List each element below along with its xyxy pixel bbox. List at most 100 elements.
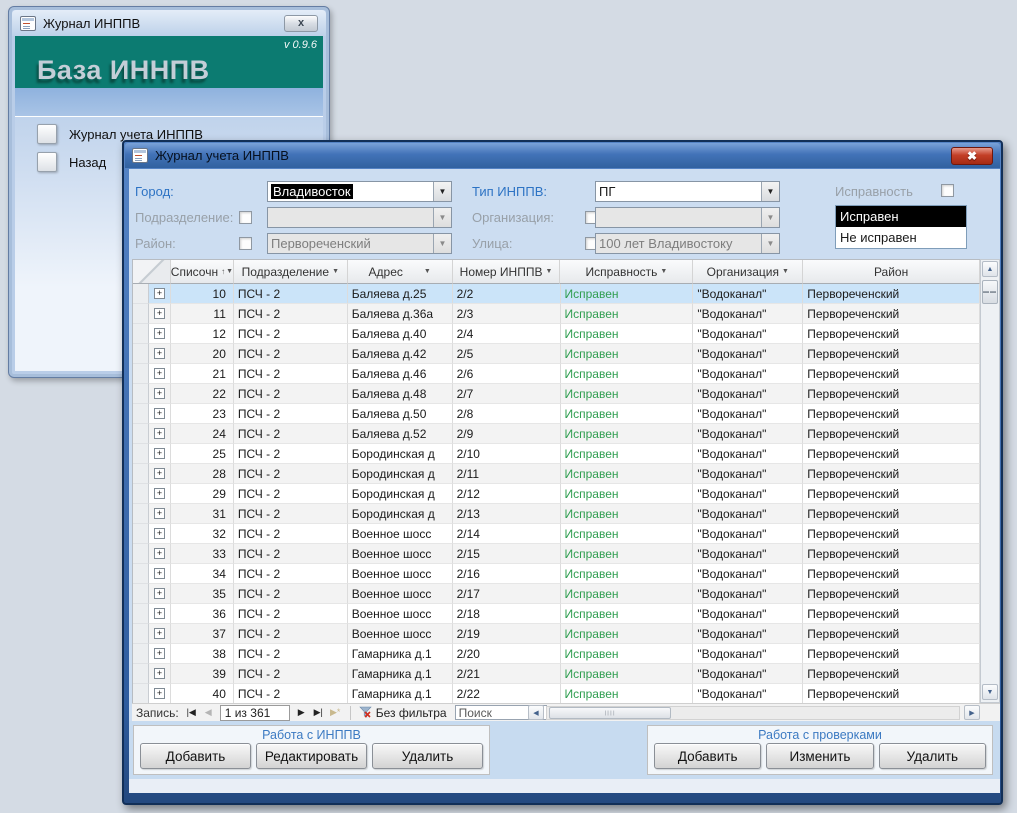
table-row[interactable]: +37 ПСЧ - 2 Военное шосс 2/19 Исправен "Водок… [133,624,980,644]
delete-inppv-button[interactable]: Удалить [372,743,483,769]
table-cell[interactable]: 36 [170,604,234,624]
table-row[interactable]: +20 ПСЧ - 2 Баляева д.42 2/5 Исправен "Водока… [133,344,980,364]
table-cell[interactable]: "Водоканал" [693,484,804,504]
table-cell[interactable]: Исправен [560,404,694,424]
row-selector[interactable] [133,584,149,604]
table-row[interactable]: +21 ПСЧ - 2 Баляева д.46 2/6 Исправен "Водока… [133,364,980,384]
table-row[interactable]: +38 ПСЧ - 2 Гамарника д.1 2/20 Исправен "Водо… [133,644,980,664]
table-cell[interactable]: Исправен [560,664,694,684]
table-cell[interactable]: ПСЧ - 2 [233,564,348,584]
table-cell[interactable]: 39 [170,664,234,684]
table-cell[interactable]: 34 [170,564,234,584]
table-cell[interactable]: Исправен [560,304,694,324]
table-cell[interactable]: 2/17 [452,584,561,604]
table-cell[interactable]: 2/8 [452,404,561,424]
expand-plus-icon[interactable]: + [153,488,165,499]
table-cell[interactable]: 20 [170,344,234,364]
select-all-cell[interactable] [133,260,171,284]
expand-plus-icon[interactable]: + [153,668,165,679]
table-cell[interactable]: 2/4 [452,324,561,344]
table-row[interactable]: +40 ПСЧ - 2 Гамарника д.1 2/22 Исправен "Водо… [133,684,980,704]
table-row[interactable]: +29 ПСЧ - 2 Бородинская д 2/12 Исправен "Водо… [133,484,980,504]
table-cell[interactable]: ПСЧ - 2 [233,604,348,624]
add-inppv-button[interactable]: Добавить [140,743,251,769]
table-cell[interactable]: ПСЧ - 2 [233,444,348,464]
table-cell[interactable]: ПСЧ - 2 [233,584,348,604]
table-cell[interactable]: Исправен [560,444,694,464]
table-row[interactable]: +11 ПСЧ - 2 Баляева д.36а 2/3 Исправен "Водок… [133,304,980,324]
row-selector[interactable] [133,644,149,664]
table-cell[interactable]: "Водоканал" [693,684,804,704]
table-cell[interactable]: 11 [170,304,234,324]
horizontal-scrollbar[interactable]: |||| [546,706,960,720]
table-cell[interactable]: Исправен [560,624,694,644]
chevron-down-icon[interactable]: ▼ [424,268,431,275]
table-cell[interactable]: 38 [170,644,234,664]
expand-plus-icon[interactable]: + [153,588,165,599]
last-record-button[interactable]: ▶| [310,705,327,720]
table-cell[interactable]: "Водоканал" [693,664,804,684]
column-header[interactable]: Организация ▼ [693,260,804,284]
expand-plus-icon[interactable]: + [153,348,165,359]
table-cell[interactable]: "Водоканал" [693,504,804,524]
table-cell[interactable]: ПСЧ - 2 [233,524,348,544]
table-cell[interactable]: Первореченский [803,364,980,384]
table-row[interactable]: +35 ПСЧ - 2 Военное шосс 2/17 Исправен "Водок… [133,584,980,604]
table-cell[interactable]: "Водоканал" [693,544,804,564]
expand-plus-icon[interactable]: + [153,648,165,659]
column-header[interactable]: Подразделение ▼ [233,260,348,284]
table-cell[interactable]: Первореченский [803,564,980,584]
table-cell[interactable]: Первореченский [803,284,980,304]
square-button-icon[interactable] [37,152,57,172]
table-cell[interactable]: ПСЧ - 2 [233,484,348,504]
table-cell[interactable]: Исправен [560,344,694,364]
row-selector[interactable] [133,624,149,644]
table-cell[interactable]: "Водоканал" [693,344,804,364]
table-cell[interactable]: Военное шосс [347,624,453,644]
table-row[interactable]: +25 ПСЧ - 2 Бородинская д 2/10 Исправен "Водо… [133,444,980,464]
row-selector[interactable] [133,284,149,304]
subdivision-checkbox[interactable] [239,211,252,224]
chevron-down-icon[interactable]: ▼ [433,182,451,201]
column-header[interactable]: Номер ИНППВ ▼ [452,260,561,284]
expand-plus-icon[interactable]: + [153,508,165,519]
table-cell[interactable]: Исправен [560,364,694,384]
expand-plus-icon[interactable]: + [153,308,165,319]
next-record-button[interactable]: ▶ [293,705,310,720]
table-row[interactable]: +22 ПСЧ - 2 Баляева д.48 2/7 Исправен "Водока… [133,384,980,404]
expand-plus-icon[interactable]: + [153,688,165,699]
row-selector[interactable] [133,604,149,624]
edit-check-button[interactable]: Изменить [766,743,874,769]
table-cell[interactable]: Военное шосс [347,564,453,584]
table-cell[interactable]: Военное шосс [347,524,453,544]
table-cell[interactable]: 2/6 [452,364,561,384]
table-cell[interactable]: 2/12 [452,484,561,504]
table-cell[interactable]: Гамарника д.1 [347,664,453,684]
table-cell[interactable]: ПСЧ - 2 [233,424,348,444]
record-position[interactable]: 1 из 361 [219,704,290,721]
table-cell[interactable]: "Водоканал" [693,324,804,344]
column-header[interactable]: Район [803,260,980,284]
table-cell[interactable]: 31 [170,504,234,524]
table-cell[interactable]: 2/22 [452,684,561,704]
scroll-up-icon[interactable]: ▲ [982,261,998,277]
table-cell[interactable]: 2/16 [452,564,561,584]
table-cell[interactable]: Исправен [560,324,694,344]
table-cell[interactable]: Исправен [560,464,694,484]
table-cell[interactable]: 29 [170,484,234,504]
row-selector[interactable] [133,364,149,384]
table-cell[interactable]: 35 [170,584,234,604]
table-cell[interactable]: Первореченский [803,604,980,624]
table-row[interactable]: +32 ПСЧ - 2 Военное шосс 2/14 Исправен "Водок… [133,524,980,544]
row-selector[interactable] [133,324,149,344]
column-header[interactable]: Списочн ↑ ▼ [170,260,234,284]
table-cell[interactable]: 2/15 [452,544,561,564]
scroll-left-icon[interactable]: ◀ [528,705,544,720]
table-cell[interactable]: Гамарника д.1 [347,644,453,664]
row-selector[interactable] [133,504,149,524]
expand-plus-icon[interactable]: + [153,468,165,479]
table-row[interactable]: +34 ПСЧ - 2 Военное шосс 2/16 Исправен "Водок… [133,564,980,584]
row-selector[interactable] [133,544,149,564]
table-cell[interactable]: Баляева д.40 [347,324,453,344]
table-row[interactable]: +31 ПСЧ - 2 Бородинская д 2/13 Исправен "Водо… [133,504,980,524]
